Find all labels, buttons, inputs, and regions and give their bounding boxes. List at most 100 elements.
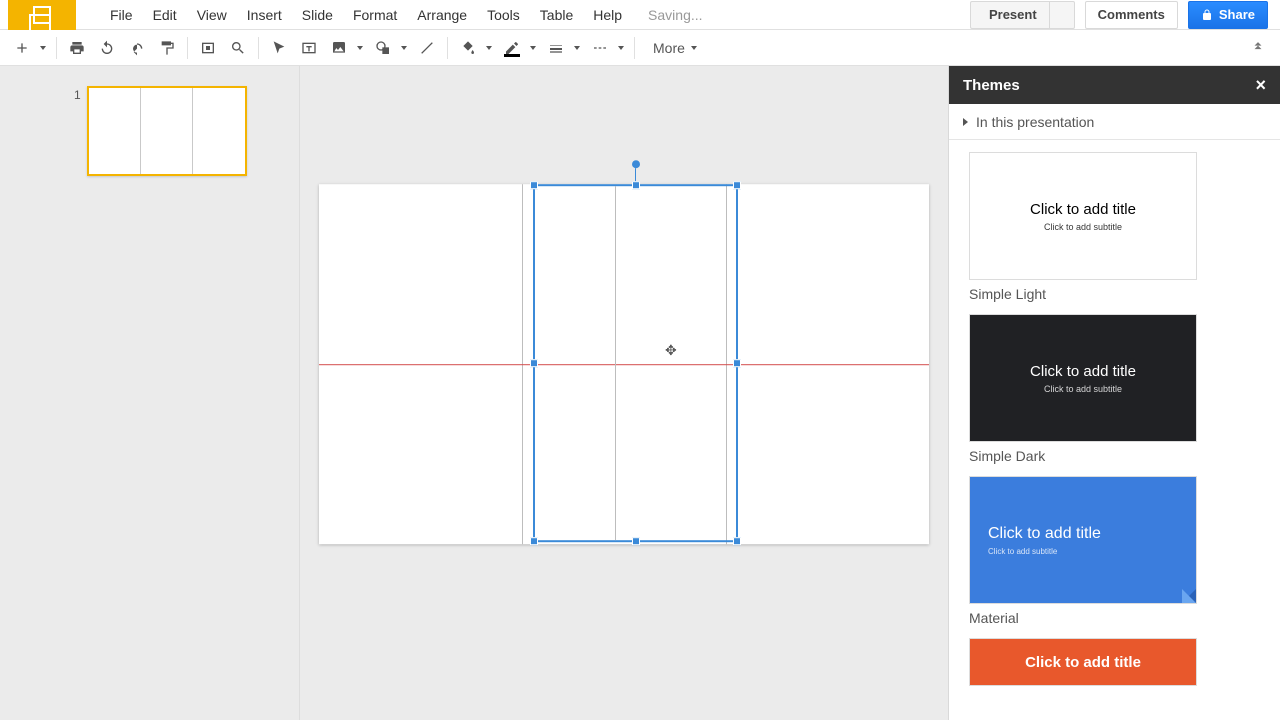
plus-icon — [14, 40, 30, 56]
menu-view[interactable]: View — [187, 2, 237, 28]
theme-preview-subtitle: Click to add subtitle — [1044, 384, 1122, 394]
theme-preview-title: Click to add title — [1030, 363, 1136, 380]
line-dash-icon — [592, 40, 608, 56]
resize-handle-e[interactable] — [733, 359, 741, 367]
menu-edit[interactable]: Edit — [143, 2, 187, 28]
line-weight-icon — [548, 40, 564, 56]
new-slide-button[interactable] — [8, 34, 50, 62]
more-button[interactable]: More — [641, 40, 705, 56]
zoom-button[interactable] — [224, 34, 252, 62]
resize-handle-w[interactable] — [530, 359, 538, 367]
themes-panel-header: Themes × — [949, 66, 1280, 104]
redo-button[interactable] — [123, 34, 151, 62]
image-icon — [331, 40, 347, 56]
chevron-down-icon — [357, 46, 363, 50]
present-dropdown[interactable] — [1049, 1, 1075, 29]
undo-icon — [99, 40, 115, 56]
app-logo — [8, 0, 76, 30]
select-tool[interactable] — [265, 34, 293, 62]
image-tool[interactable] — [325, 34, 367, 62]
share-label: Share — [1219, 7, 1255, 22]
more-label: More — [653, 40, 685, 56]
slide-number: 1 — [74, 86, 81, 176]
toolbar-separator — [187, 37, 188, 59]
menu-help[interactable]: Help — [583, 2, 632, 28]
theme-preview-subtitle: Click to add subtitle — [1044, 222, 1122, 232]
undo-button[interactable] — [93, 34, 121, 62]
menu-bar: File Edit View Insert Slide Format Arran… — [0, 0, 1280, 30]
lock-icon — [1201, 9, 1213, 21]
redo-icon — [129, 40, 145, 56]
themes-panel: Themes × In this presentation Click to a… — [948, 66, 1280, 720]
menu-insert[interactable]: Insert — [237, 2, 292, 28]
theme-name-label: Material — [969, 610, 1260, 626]
theme-preview[interactable]: Click to add title Click to add subtitle — [969, 152, 1197, 280]
toolbar-separator — [56, 37, 57, 59]
shape-tool[interactable] — [369, 34, 411, 62]
present-button[interactable]: Present — [970, 1, 1049, 29]
print-button[interactable] — [63, 34, 91, 62]
menu-file[interactable]: File — [100, 2, 143, 28]
comments-label: Comments — [1098, 7, 1165, 22]
menu-arrange[interactable]: Arrange — [407, 2, 477, 28]
theme-name-label: Simple Light — [969, 286, 1260, 302]
resize-handle-s[interactable] — [632, 537, 640, 545]
menu-format[interactable]: Format — [343, 2, 407, 28]
chevron-down-icon — [401, 46, 407, 50]
selection-box[interactable] — [533, 184, 738, 542]
resize-handle-se[interactable] — [733, 537, 741, 545]
zoom-fit-button[interactable] — [194, 34, 222, 62]
menu-table[interactable]: Table — [530, 2, 583, 28]
rotate-handle[interactable] — [632, 160, 640, 168]
guide-line — [192, 88, 193, 174]
slide[interactable]: ✥ — [319, 184, 929, 544]
move-cursor-icon: ✥ — [665, 342, 677, 359]
toolbar: More — [0, 30, 1280, 66]
slide-filmstrip[interactable]: 1 — [0, 66, 300, 720]
border-color-button[interactable] — [498, 34, 540, 62]
zoom-icon — [230, 40, 246, 56]
menu-tools[interactable]: Tools — [477, 2, 530, 28]
close-panel-button[interactable]: × — [1255, 76, 1266, 94]
comments-button[interactable]: Comments — [1085, 1, 1178, 29]
paint-bucket-icon — [460, 40, 476, 56]
fold-icon — [1182, 589, 1196, 603]
border-weight-button[interactable] — [542, 34, 584, 62]
theme-item-simple-light: Click to add title Click to add subtitle… — [969, 152, 1260, 302]
print-icon — [69, 40, 85, 56]
slide-canvas[interactable]: ✥ — [300, 66, 948, 720]
theme-item-material: Click to add title Click to add subtitle… — [969, 476, 1260, 626]
menu-slide[interactable]: Slide — [292, 2, 343, 28]
resize-handle-nw[interactable] — [530, 181, 538, 189]
slide-thumb-row: 1 — [0, 86, 299, 176]
theme-preview-title: Click to add title — [988, 525, 1101, 543]
chevron-down-icon — [691, 46, 697, 50]
theme-preview[interactable]: Click to add title Click to add subtitle — [969, 314, 1197, 442]
resize-handle-ne[interactable] — [733, 181, 741, 189]
theme-item-orange: Click to add title — [969, 638, 1260, 686]
collapse-toolbar-button[interactable] — [1244, 34, 1272, 62]
fit-icon — [200, 40, 216, 56]
theme-item-simple-dark: Click to add title Click to add subtitle… — [969, 314, 1260, 464]
border-dash-button[interactable] — [586, 34, 628, 62]
resize-handle-sw[interactable] — [530, 537, 538, 545]
share-button[interactable]: Share — [1188, 1, 1268, 29]
theme-preview[interactable]: Click to add title Click to add subtitle — [969, 476, 1197, 604]
slide-thumbnail-1[interactable] — [87, 86, 247, 176]
guide-line — [140, 88, 141, 174]
themes-panel-section[interactable]: In this presentation — [949, 104, 1280, 140]
toolbar-separator — [258, 37, 259, 59]
resize-handle-n[interactable] — [632, 181, 640, 189]
toolbar-separator — [447, 37, 448, 59]
textbox-icon — [301, 40, 317, 56]
workspace: 1 ✥ — [0, 66, 1280, 720]
chevron-down-icon — [618, 46, 624, 50]
paint-format-button[interactable] — [153, 34, 181, 62]
header-actions: Present Comments Share — [970, 1, 1280, 29]
textbox-tool[interactable] — [295, 34, 323, 62]
theme-preview[interactable]: Click to add title — [969, 638, 1197, 686]
chevron-down-icon — [574, 46, 580, 50]
fill-color-button[interactable] — [454, 34, 496, 62]
color-swatch — [504, 54, 520, 57]
line-tool[interactable] — [413, 34, 441, 62]
